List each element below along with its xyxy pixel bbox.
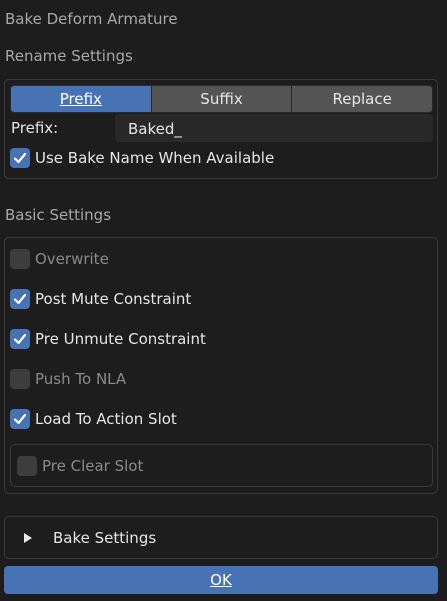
rename-settings-label: Rename Settings (5, 47, 133, 65)
dialog-title: Bake Deform Armature (5, 10, 178, 28)
ok-button[interactable]: OK (4, 566, 438, 594)
use-bake-name-checkbox[interactable]: Use Bake Name When Available (10, 147, 274, 169)
tab-prefix-label: Prefix (59, 90, 102, 108)
tab-suffix[interactable]: Suffix (151, 86, 293, 112)
triangle-right-icon (24, 532, 32, 543)
tab-suffix-label: Suffix (200, 90, 243, 108)
tab-replace[interactable]: Replace (292, 86, 432, 112)
use-bake-name-label: Use Bake Name When Available (35, 149, 275, 167)
pre-clear-slot-label: Pre Clear Slot (42, 457, 144, 475)
post-mute-constraint-label: Post Mute Constraint (35, 290, 192, 308)
basic-settings-label: Basic Settings (5, 206, 112, 224)
overwrite-label: Overwrite (35, 250, 109, 268)
checkmark-icon (10, 329, 30, 349)
pre-clear-slot-checkbox[interactable]: Pre Clear Slot (17, 455, 143, 477)
checkmark-icon (10, 148, 30, 168)
pre-unmute-constraint-label: Pre Unmute Constraint (35, 330, 206, 348)
push-to-nla-checkbox[interactable]: Push To NLA (10, 368, 126, 390)
overwrite-checkbox[interactable]: Overwrite (10, 248, 109, 270)
load-to-action-slot-checkbox[interactable]: Load To Action Slot (10, 408, 177, 430)
ok-button-label: OK (210, 571, 232, 589)
prefix-field-label: Prefix: (11, 119, 59, 137)
bake-settings-collapsible[interactable]: Bake Settings (4, 516, 438, 559)
checkbox-empty-icon (10, 249, 30, 269)
checkbox-empty-icon (10, 369, 30, 389)
checkmark-icon (10, 289, 30, 309)
rename-mode-tabs: Prefix Suffix Replace (10, 85, 433, 113)
checkbox-empty-icon (17, 456, 37, 476)
tab-prefix[interactable]: Prefix (11, 86, 152, 112)
push-to-nla-label: Push To NLA (35, 370, 127, 388)
pre-unmute-constraint-checkbox[interactable]: Pre Unmute Constraint (10, 328, 206, 350)
post-mute-constraint-checkbox[interactable]: Post Mute Constraint (10, 288, 191, 310)
checkmark-icon (10, 409, 30, 429)
tab-replace-label: Replace (332, 90, 392, 108)
prefix-input[interactable]: Baked_ (115, 114, 433, 142)
bake-settings-label: Bake Settings (53, 528, 157, 547)
load-to-action-slot-label: Load To Action Slot (35, 410, 177, 428)
